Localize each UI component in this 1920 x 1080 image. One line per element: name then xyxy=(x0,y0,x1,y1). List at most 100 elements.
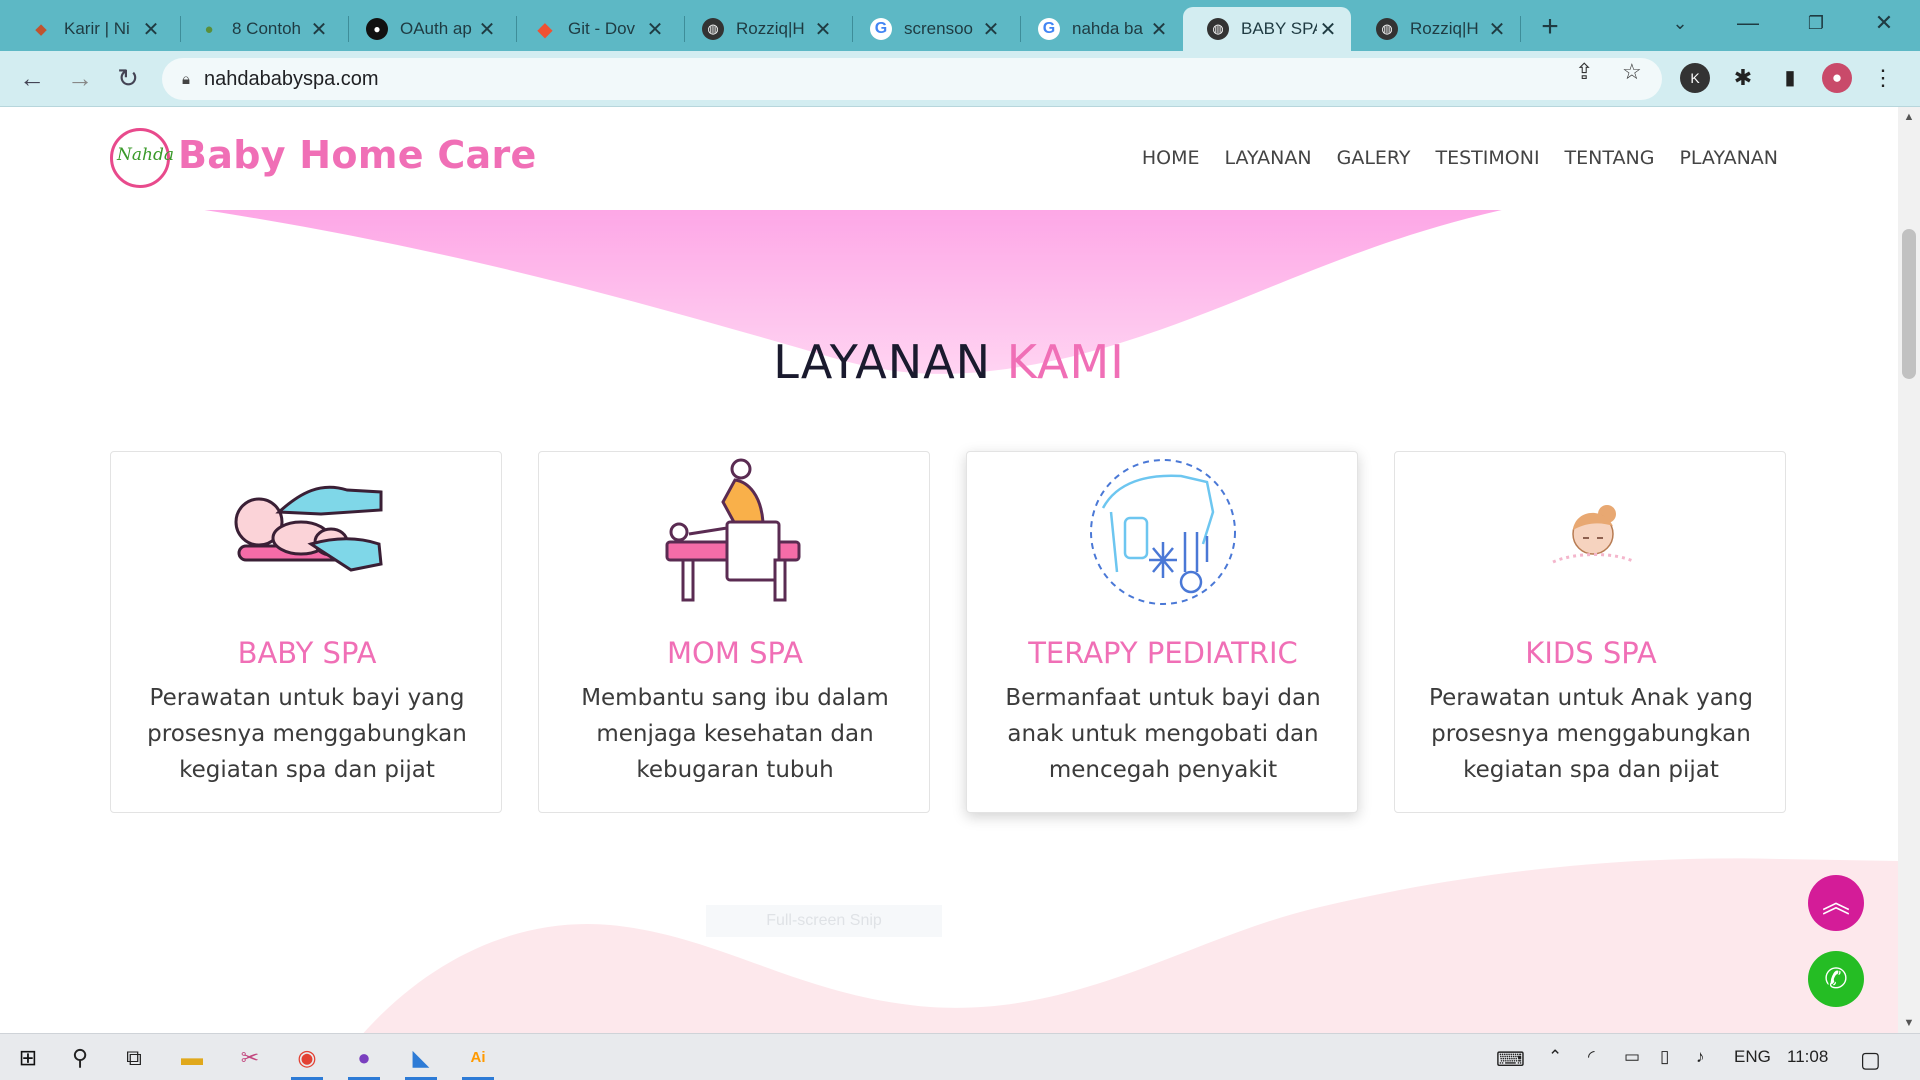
close-icon[interactable]: ✕ xyxy=(140,17,162,42)
browser-tab[interactable]: ● OAuth ap ✕ xyxy=(342,7,510,51)
new-tab-button[interactable]: + xyxy=(1532,10,1568,46)
browser-tab[interactable]: ◆ Git - Dov ✕ xyxy=(510,7,678,51)
whatsapp-button[interactable]: ✆ xyxy=(1808,951,1864,1007)
nav-testimoni[interactable]: TESTIMONI xyxy=(1436,147,1540,169)
card-title: BABY SPA xyxy=(237,636,377,670)
card-description: Membantu sang ibu dalam menjaga kesehata… xyxy=(581,685,889,783)
chevron-up-icon: ︽ xyxy=(1821,887,1850,918)
nav-layanan[interactable]: LAYANAN xyxy=(1224,147,1311,169)
windows-taskbar: ⊞ ⚲ ⧉ ▬ ✂ ◉ ● ◣ Ai ⌨ ⌃ ◜ ▭ ▯ ♪ ENG 11:08… xyxy=(0,1033,1920,1080)
close-icon[interactable]: ✕ xyxy=(812,17,834,42)
tab-divider xyxy=(1520,16,1521,42)
tab-title: Karir | Ni xyxy=(64,19,130,38)
clock-time[interactable]: 11:08 xyxy=(1787,1047,1828,1067)
illustrator-icon[interactable]: Ai xyxy=(456,1040,500,1080)
url-text: nahdababyspa.com xyxy=(203,67,379,90)
nav-playanan[interactable]: PLAYANAN xyxy=(1679,147,1778,169)
page-scrollbar[interactable]: ▲ ▼ xyxy=(1898,107,1920,1033)
menu-kebab-icon[interactable]: ⋮ xyxy=(1868,63,1898,93)
decorative-wave-bottom xyxy=(363,858,1898,1033)
extension-k-icon[interactable]: K xyxy=(1680,63,1710,93)
file-explorer-icon[interactable]: ▬ xyxy=(170,1040,214,1076)
vscode-icon[interactable]: ◣ xyxy=(399,1040,443,1080)
profile-avatar[interactable]: ● xyxy=(1822,63,1852,93)
forward-icon[interactable]: → xyxy=(64,63,96,95)
volume-icon[interactable]: ♪ xyxy=(1696,1047,1705,1067)
card-title: TERAPY PEDIATRIC xyxy=(1028,636,1298,670)
address-bar[interactable]: 🔒︎ nahdababyspa.com xyxy=(162,58,1662,100)
windows-start-icon[interactable]: ⊞ xyxy=(6,1040,50,1076)
close-icon[interactable]: ✕ xyxy=(644,17,666,42)
baby-massage-icon xyxy=(234,485,383,572)
tab-title: Rozziq|H xyxy=(736,19,805,38)
section-title: LAYANAN KAMI xyxy=(0,335,1898,389)
scroll-up-arrow-icon[interactable]: ▲ xyxy=(1898,111,1920,123)
therapy-body-icon xyxy=(1090,459,1236,605)
tab-title: Git - Dov xyxy=(568,19,636,38)
window-close-icon[interactable]: ✕ xyxy=(1852,6,1916,40)
service-card-terapy-pediatric[interactable]: TERAPY PEDIATRIC Bermanfaat untuk bayi d… xyxy=(966,451,1358,813)
browser-tab[interactable]: ◍ Rozziq|H ✕ xyxy=(678,7,846,51)
site-logo[interactable]: Nahda xyxy=(110,128,174,188)
github-desktop-icon[interactable]: ● xyxy=(342,1040,386,1080)
nav-home[interactable]: HOME xyxy=(1142,147,1200,169)
service-card-kids-spa[interactable]: KIDS SPA Perawatan untuk Anak yang prose… xyxy=(1394,451,1786,813)
browser-tab[interactable]: G nahda ba ✕ xyxy=(1014,7,1182,51)
keyboard-icon[interactable]: ⌨ xyxy=(1496,1047,1525,1072)
extensions-puzzle-icon[interactable]: ✱ xyxy=(1728,63,1758,93)
battery-icon[interactable]: ▯ xyxy=(1660,1047,1669,1067)
globe-icon: ◍ xyxy=(1207,18,1229,40)
scroll-down-arrow-icon[interactable]: ▼ xyxy=(1898,1017,1920,1029)
section-title-part-2: KAMI xyxy=(1006,335,1125,389)
snip-overlay-label: Full-screen Snip xyxy=(706,905,942,937)
close-icon[interactable]: ✕ xyxy=(1317,17,1339,42)
minimize-icon[interactable]: — xyxy=(1716,6,1780,40)
restore-icon[interactable]: ❐ xyxy=(1784,6,1848,40)
search-icon[interactable]: ⚲ xyxy=(58,1040,102,1076)
logo-mark: Nahda xyxy=(117,145,174,165)
wifi-icon[interactable]: ◜ xyxy=(1588,1047,1595,1067)
share-icon[interactable]: ⇪ xyxy=(1575,59,1593,85)
nav-tentang[interactable]: TENTANG xyxy=(1565,147,1655,169)
side-panel-icon[interactable]: ▮ xyxy=(1775,63,1805,93)
browser-tab[interactable]: ◆ Karir | Ni ✕ xyxy=(6,7,174,51)
task-view-icon[interactable]: ⧉ xyxy=(112,1040,156,1076)
nav-galery[interactable]: GALERY xyxy=(1337,147,1411,169)
browser-tab[interactable]: G scrensoo ✕ xyxy=(846,7,1014,51)
kids-spa-icon xyxy=(1552,505,1636,564)
chrome-taskbar-icon[interactable]: ◉ xyxy=(285,1040,329,1080)
close-icon[interactable]: ✕ xyxy=(1486,17,1508,42)
snipping-tool-icon[interactable]: ✂ xyxy=(228,1040,272,1076)
service-card-mom-spa[interactable]: MOM SPA Membantu sang ibu dalam menjaga … xyxy=(538,451,930,813)
globe-icon: ◍ xyxy=(1376,18,1398,40)
language-indicator[interactable]: ENG xyxy=(1734,1047,1771,1067)
tab-search-icon[interactable]: ⌄ xyxy=(1648,6,1712,40)
tab-title: scrensoo xyxy=(904,19,973,38)
show-hidden-icons-icon[interactable]: ⌃ xyxy=(1548,1047,1562,1067)
browser-tab-active[interactable]: ◍ BABY SPA ✕ xyxy=(1183,7,1351,51)
browser-toolbar: ← → ↻ 🔒︎ nahdababyspa.com ⇪ ☆ K ✱ ▮ ● ⋮ xyxy=(0,51,1920,107)
service-card-baby-spa[interactable]: BABY SPA Perawatan untuk bayi yang prose… xyxy=(110,451,502,813)
close-icon[interactable]: ✕ xyxy=(476,17,498,42)
close-icon[interactable]: ✕ xyxy=(1148,17,1170,42)
site-brand-name[interactable]: Baby Home Care xyxy=(178,133,537,177)
scrollbar-thumb[interactable] xyxy=(1902,229,1916,379)
close-icon[interactable]: ✕ xyxy=(308,17,330,42)
tab-title: nahda ba xyxy=(1072,19,1143,38)
page-viewport: Nahda Baby Home Care HOME LAYANAN GALERY… xyxy=(0,107,1898,1033)
card-title: MOM SPA xyxy=(667,636,803,670)
close-icon[interactable]: ✕ xyxy=(980,17,1002,42)
github-icon: ● xyxy=(366,18,388,40)
browser-tab[interactable]: ◍ Rozziq|H ✕ xyxy=(1352,7,1520,51)
tab-title: BABY SPA xyxy=(1241,19,1317,38)
back-icon[interactable]: ← xyxy=(16,63,48,95)
scroll-to-top-button[interactable]: ︽ xyxy=(1808,875,1864,931)
camera-icon[interactable]: ▭ xyxy=(1624,1047,1640,1067)
notifications-icon[interactable]: ▢ xyxy=(1860,1047,1881,1073)
browser-tab[interactable]: ● 8 Contoh ✕ xyxy=(174,7,342,51)
google-icon: G xyxy=(870,18,892,40)
lock-icon: 🔒︎ xyxy=(182,70,190,88)
wood-icon: ◆ xyxy=(35,21,47,38)
bookmark-star-icon[interactable]: ☆ xyxy=(1622,59,1642,85)
reload-icon[interactable]: ↻ xyxy=(112,63,144,95)
